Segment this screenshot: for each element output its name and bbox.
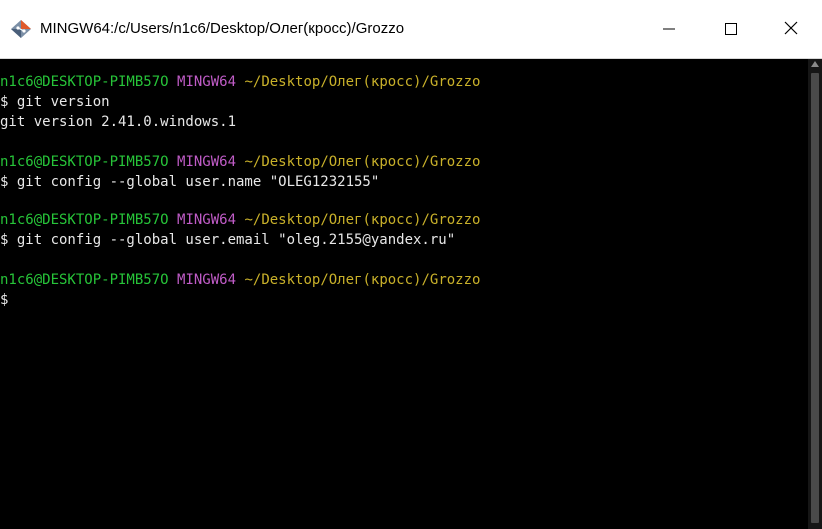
- output-line: git version 2.41.0.windows.1: [0, 114, 237, 130]
- prompt-line: n1c6@DESKTOP-PIMB57O MINGW64 ~/Desktop/О…: [0, 153, 480, 172]
- command-line: $ git config --global user.email "oleg.2…: [0, 232, 456, 248]
- terminal-window: MINGW64:/c/Users/n1c6/Desktop/Олег(кросс…: [0, 0, 822, 529]
- prompt-system: MINGW64: [177, 272, 237, 288]
- prompt-path: ~/Desktop/Олег(кросс)/Grozzo: [244, 74, 481, 90]
- prompt-path: ~/Desktop/Олег(кросс)/Grozzo: [244, 154, 481, 170]
- prompt-line: n1c6@DESKTOP-PIMB57O MINGW64 ~/Desktop/О…: [0, 73, 480, 92]
- prompt-system: MINGW64: [177, 74, 237, 90]
- minimize-icon: [663, 20, 675, 39]
- prompt-line: n1c6@DESKTOP-PIMB57O MINGW64 ~/Desktop/О…: [0, 211, 480, 230]
- vertical-scrollbar[interactable]: [808, 59, 822, 529]
- maximize-icon: [725, 20, 737, 39]
- prompt-user: n1c6@DESKTOP-PIMB57O: [0, 212, 169, 228]
- prompt-user: n1c6@DESKTOP-PIMB57O: [0, 74, 169, 90]
- command-line: $: [0, 292, 9, 308]
- prompt-path: ~/Desktop/Олег(кросс)/Grozzo: [244, 272, 481, 288]
- scroll-thumb[interactable]: [811, 73, 819, 523]
- prompt-user: n1c6@DESKTOP-PIMB57O: [0, 272, 169, 288]
- terminal-output[interactable]: n1c6@DESKTOP-PIMB57O MINGW64 ~/Desktop/О…: [0, 59, 808, 529]
- minimize-button[interactable]: [638, 0, 700, 58]
- command-line: $ git config --global user.name "OLEG123…: [0, 174, 380, 190]
- prompt-line: n1c6@DESKTOP-PIMB57O MINGW64 ~/Desktop/О…: [0, 271, 480, 290]
- prompt-system: MINGW64: [177, 154, 237, 170]
- git-bash-icon[interactable]: [10, 19, 32, 39]
- prompt-user: n1c6@DESKTOP-PIMB57O: [0, 154, 169, 170]
- scroll-up-arrow-icon[interactable]: [811, 61, 819, 67]
- title-bar[interactable]: MINGW64:/c/Users/n1c6/Desktop/Олег(кросс…: [0, 0, 822, 59]
- close-button[interactable]: [760, 0, 822, 58]
- window-title: MINGW64:/c/Users/n1c6/Desktop/Олег(кросс…: [40, 20, 405, 37]
- maximize-button[interactable]: [700, 0, 762, 58]
- command-line: $ git version: [0, 94, 110, 110]
- prompt-system: MINGW64: [177, 212, 237, 228]
- close-icon: [784, 20, 798, 39]
- prompt-path: ~/Desktop/Олег(кросс)/Grozzo: [244, 212, 481, 228]
